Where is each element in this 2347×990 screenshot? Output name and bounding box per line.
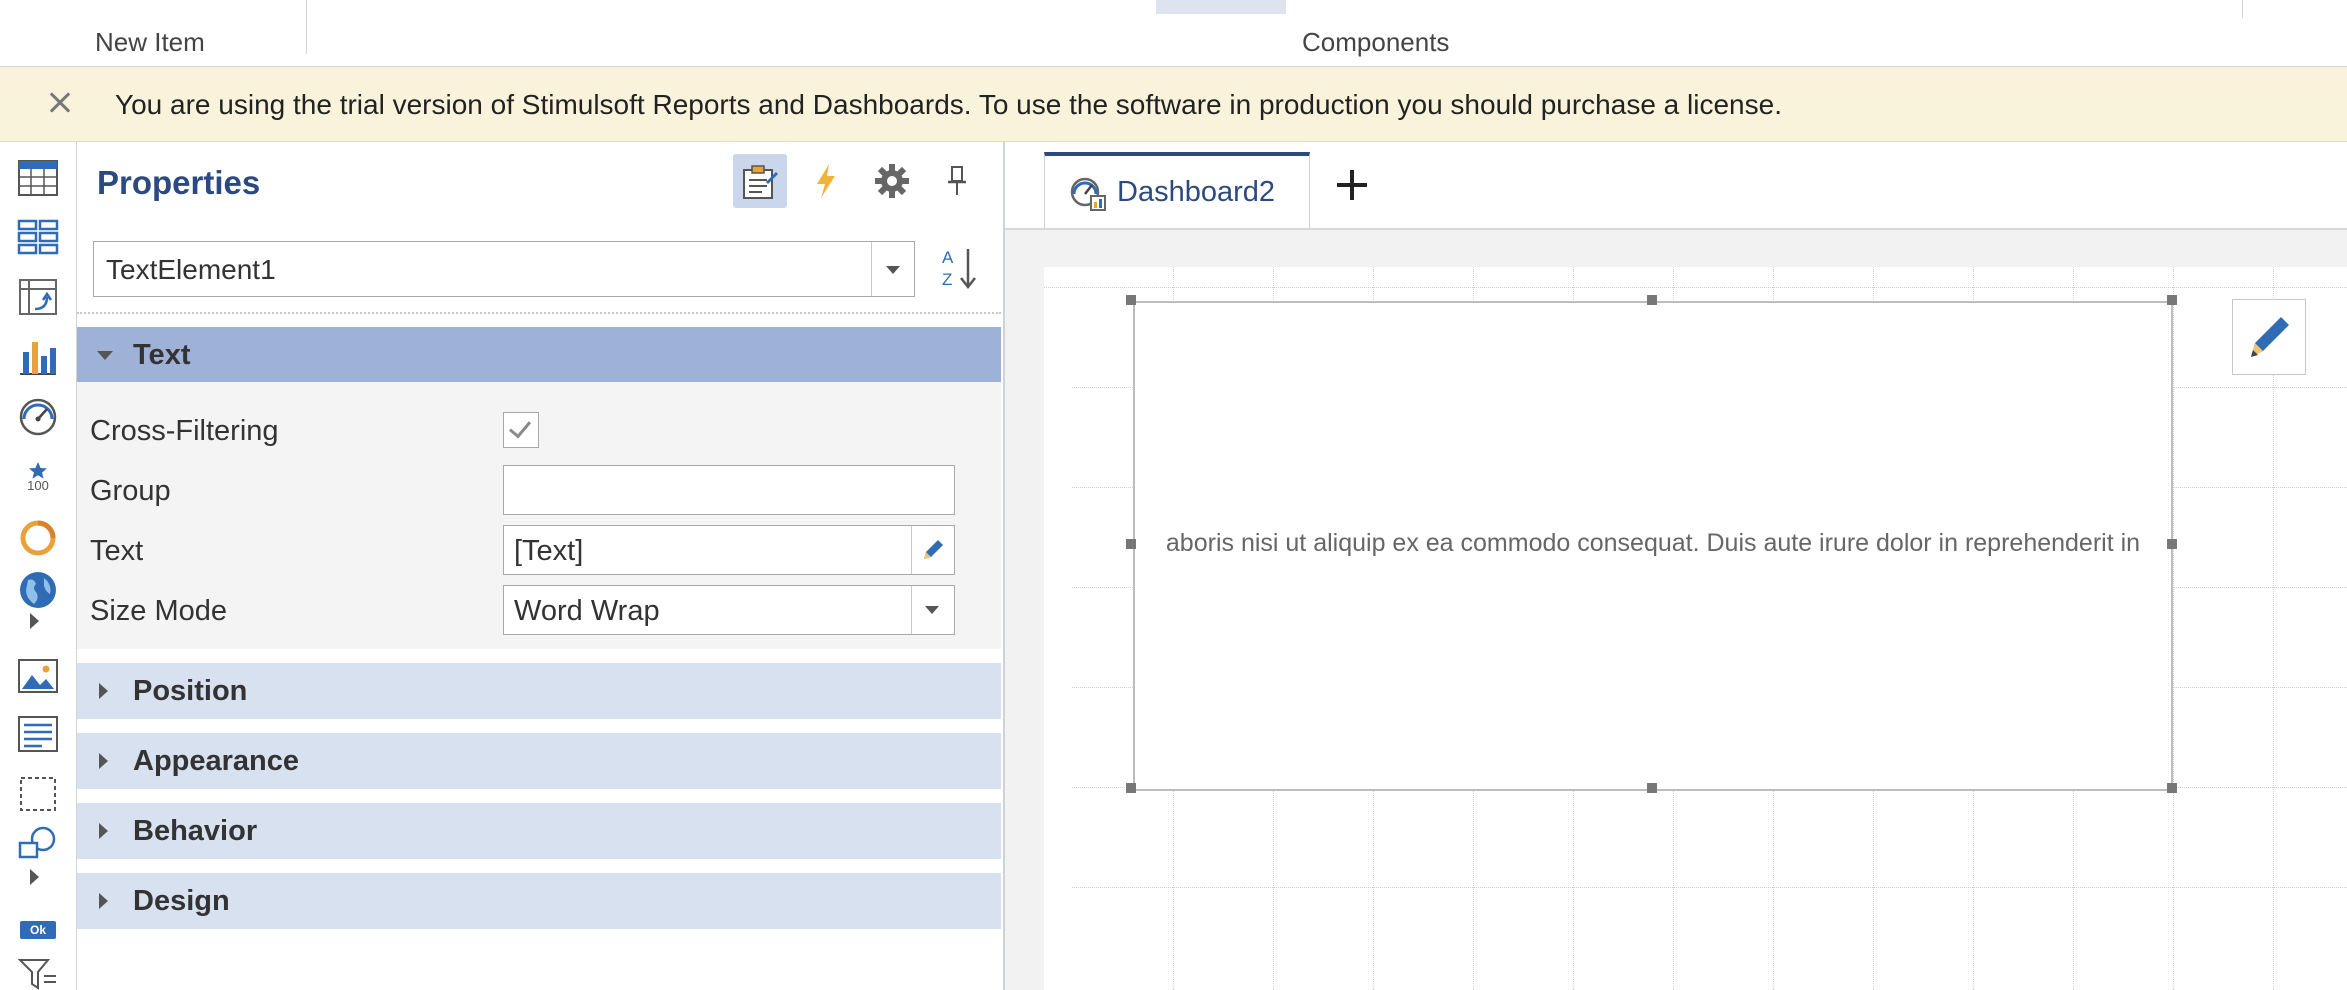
chart-icon[interactable] [14,334,62,380]
resize-handle-tm[interactable] [1647,295,1657,305]
page-tabs: Dashboard2 [1005,142,2347,230]
svg-text:A: A [942,248,954,267]
expand-arrow-icon [99,753,108,769]
resize-handle-bm[interactable] [1647,783,1657,793]
ribbon-group-label: Components [1302,27,1450,57]
size-mode-select[interactable]: Word Wrap [503,585,955,635]
indicator-caption: 100 [27,478,49,493]
shape-icon[interactable] [14,822,62,868]
tab-dashboard2[interactable]: Dashboard2 [1044,152,1310,228]
panel-icon[interactable] [14,771,62,817]
pencil-icon[interactable] [911,526,954,574]
ribbon-separator [2242,0,2243,18]
button-icon[interactable]: Ok [14,907,62,953]
sort-az-icon[interactable]: A Z [932,241,986,295]
trial-banner: You are using the trial version of Stimu… [0,67,2347,142]
size-mode-value: Word Wrap [514,595,660,627]
collapse-arrow-icon [97,351,113,360]
resize-handle-mr[interactable] [2167,539,2177,549]
text-value: [Text] [514,535,584,567]
component-selector[interactable]: TextElement1 [93,241,915,297]
ribbon-group-new-item: New Item [0,0,306,66]
resize-handle-br[interactable] [2167,783,2177,793]
svg-text:Z: Z [942,270,952,289]
filter-icon[interactable] [14,954,62,990]
add-page-button[interactable] [1326,160,1376,210]
gauge-icon[interactable] [14,394,62,440]
pivot-table-icon[interactable] [14,274,62,320]
chevron-down-icon [925,606,939,614]
image-icon[interactable] [14,653,62,699]
more-shapes-arrow[interactable] [30,869,39,885]
group-field[interactable] [503,465,955,515]
grid-line [1072,887,2347,888]
events-icon[interactable] [799,154,853,208]
grid-line [2173,267,2174,990]
category-label: Behavior [133,815,258,847]
progress-icon[interactable] [14,515,62,561]
close-icon[interactable] [42,85,78,121]
settings-icon[interactable] [865,154,919,208]
group-label: Group [90,475,171,507]
category-label: Design [133,885,230,917]
grid-line [1044,287,2347,288]
category-behavior[interactable]: Behavior [77,803,1001,859]
region-map-icon[interactable] [14,567,62,613]
components-toolbox: 100 Ok [0,142,77,990]
category-text[interactable]: Text [77,327,1001,383]
pencil-icon [2251,317,2289,357]
cross-filtering-label: Cross-Filtering [90,415,279,447]
size-mode-label: Size Mode [90,595,228,627]
category-appearance[interactable]: Appearance [77,733,1001,789]
properties-panel: Properties TextElement1 A Z Text Cross-F… [77,142,1005,990]
more-maps-arrow[interactable] [30,613,39,629]
ribbon-group-components: Components [307,0,2242,66]
resize-handle-tl[interactable] [1126,295,1136,305]
properties-icon[interactable] [733,154,787,208]
chevron-down-icon [886,266,900,274]
button-caption: Ok [29,923,46,937]
component-selector-dropdown[interactable] [871,242,914,296]
category-label: Text [133,339,191,371]
indicator-icon[interactable]: 100 [14,454,62,500]
category-label: Appearance [133,745,300,777]
edit-element-button[interactable] [2232,299,2306,375]
pin-icon[interactable] [930,154,984,208]
resize-handle-ml[interactable] [1126,539,1136,549]
table-icon[interactable] [14,155,62,201]
text-icon[interactable] [14,711,62,757]
tab-label: Dashboard2 [1117,176,1275,208]
expand-arrow-icon [99,823,108,839]
size-mode-dropdown[interactable] [911,586,954,634]
text-label: Text [90,535,144,567]
divider [77,312,1001,314]
trial-message: You are using the trial version of Stimu… [115,89,1782,120]
text-element[interactable]: aboris nisi ut aliquip ex ea commodo con… [1133,301,2173,791]
ribbon-group-label: New Item [95,27,205,57]
dashboard-designer: Dashboard2 aboris nisi ut aliquip ex ea … [1005,142,2347,990]
text-field[interactable]: [Text] [503,525,955,575]
component-selector-value: TextElement1 [106,254,276,285]
category-design[interactable]: Design [77,873,1001,929]
expand-arrow-icon [99,683,108,699]
text-element-content: aboris nisi ut aliquip ex ea commodo con… [1165,529,2141,557]
cross-filtering-checkbox[interactable] [503,412,539,448]
cards-icon[interactable] [14,214,62,260]
resize-handle-tr[interactable] [2167,295,2177,305]
panel-title: Properties [97,164,261,201]
resize-handle-bl[interactable] [1126,783,1136,793]
ribbon: New Item Components [0,0,2347,67]
grid-line [2273,267,2274,990]
dashboard-icon [1069,174,1107,217]
expand-arrow-icon [99,893,108,909]
category-label: Position [133,675,248,707]
category-position[interactable]: Position [77,663,1001,719]
dashboard-page[interactable]: aboris nisi ut aliquip ex ea commodo con… [1044,267,2347,990]
text-category-body: Cross-Filtering Group Text [Text] Size M… [77,382,1001,649]
